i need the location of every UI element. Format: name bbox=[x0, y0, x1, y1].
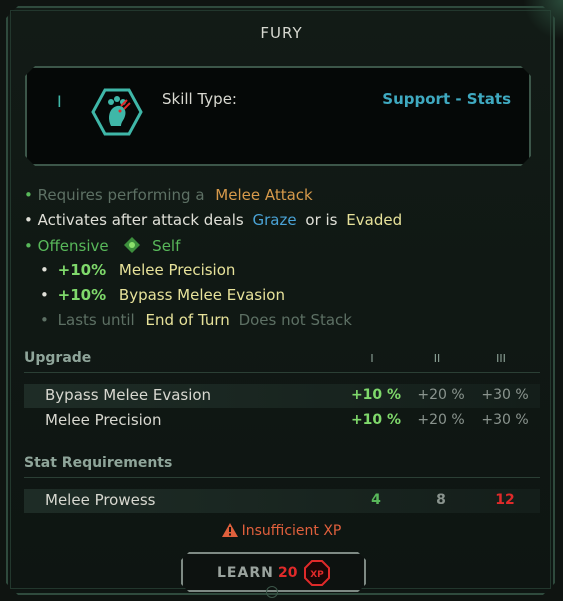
stacking-text: Does not Stack bbox=[238, 311, 352, 329]
duration-line: • Lasts until End of Turn Does not Stack bbox=[40, 311, 352, 329]
offensive-label: Offensive bbox=[37, 237, 109, 255]
requirement-keyword: Melee Attack bbox=[215, 186, 313, 204]
effect-amount: +10% bbox=[57, 261, 107, 279]
skill-type-label: Skill Type: bbox=[162, 90, 237, 108]
warning-text: Insufficient XP bbox=[241, 523, 342, 539]
rank-column-2: II bbox=[433, 352, 441, 365]
requirement-row: Melee Prowess 4 8 12 bbox=[24, 489, 540, 513]
self-target-icon bbox=[124, 237, 141, 253]
upgrade-row: Melee Precision +10 % +20 % +30 % bbox=[24, 409, 540, 433]
activation-text: Activates after attack deals bbox=[37, 211, 244, 229]
effect-line-precision: • +10% Melee Precision bbox=[40, 261, 235, 279]
xp-currency-label: XP bbox=[310, 570, 324, 580]
requirement-value-rank1: 4 bbox=[371, 492, 381, 508]
requirement-value-rank2: 8 bbox=[436, 492, 446, 508]
bullet: • bbox=[40, 261, 49, 279]
requirement-stat-name: Melee Prowess bbox=[45, 491, 156, 509]
insufficient-xp-warning: Insufficient XP bbox=[0, 523, 563, 539]
requirement-value-rank3: 12 bbox=[495, 492, 515, 508]
requirement-line: • Requires performing a Melee Attack bbox=[24, 186, 313, 204]
rank-column-3: III bbox=[496, 352, 506, 365]
bottom-ornament bbox=[266, 586, 278, 598]
graze-keyword: Graze bbox=[252, 211, 297, 229]
upgrade-value-rank1: +10 % bbox=[350, 387, 402, 403]
bullet: • bbox=[40, 286, 49, 304]
skill-title: FURY bbox=[260, 24, 303, 42]
activation-text-2: or is bbox=[305, 211, 338, 229]
upgrade-value-rank2: +20 % bbox=[417, 387, 465, 403]
activation-line: • Activates after attack deals Graze or … bbox=[24, 211, 402, 229]
xp-cost: 20 bbox=[278, 565, 298, 581]
learn-label: LEARN bbox=[217, 565, 274, 581]
skill-type-value: Support - Stats bbox=[382, 90, 511, 108]
stat-requirements-heading: Stat Requirements bbox=[24, 455, 173, 471]
duration-text: Lasts until bbox=[57, 311, 135, 329]
upgrade-stat-name: Melee Precision bbox=[45, 411, 162, 429]
effect-line-evasion: • +10% Bypass Melee Evasion bbox=[40, 286, 285, 304]
bullet: • bbox=[40, 311, 49, 329]
upgrade-value-rank3: +30 % bbox=[481, 387, 529, 403]
section-divider bbox=[24, 372, 540, 373]
xp-icon: XP bbox=[304, 560, 330, 586]
upgrade-value-rank3: +30 % bbox=[481, 412, 529, 428]
duration-value: End of Turn bbox=[145, 311, 230, 329]
section-divider bbox=[24, 477, 540, 478]
effect-stat: Bypass Melee Evasion bbox=[118, 286, 285, 304]
upgrade-row: Bypass Melee Evasion +10 % +20 % +30 % bbox=[24, 384, 540, 408]
self-label: Self bbox=[152, 237, 181, 255]
upgrade-value-rank2: +20 % bbox=[417, 412, 465, 428]
target-line: • Offensive Self bbox=[24, 236, 180, 255]
effect-stat: Melee Precision bbox=[118, 261, 236, 279]
upgrade-value-rank1: +10 % bbox=[350, 412, 402, 428]
bullet: • bbox=[24, 186, 33, 204]
upgrade-stat-name: Bypass Melee Evasion bbox=[45, 386, 212, 404]
requirement-text: Requires performing a bbox=[37, 186, 205, 204]
bullet: • bbox=[24, 237, 33, 255]
rank-marker: I bbox=[57, 92, 62, 111]
bullet: • bbox=[24, 211, 33, 229]
effect-amount: +10% bbox=[57, 286, 107, 304]
rank-column-1: I bbox=[370, 352, 374, 365]
evaded-keyword: Evaded bbox=[346, 211, 403, 229]
bear-claw-icon bbox=[91, 86, 143, 138]
warning-icon bbox=[221, 523, 238, 537]
skill-header: I Skill Type: Support - Stats bbox=[25, 66, 531, 166]
